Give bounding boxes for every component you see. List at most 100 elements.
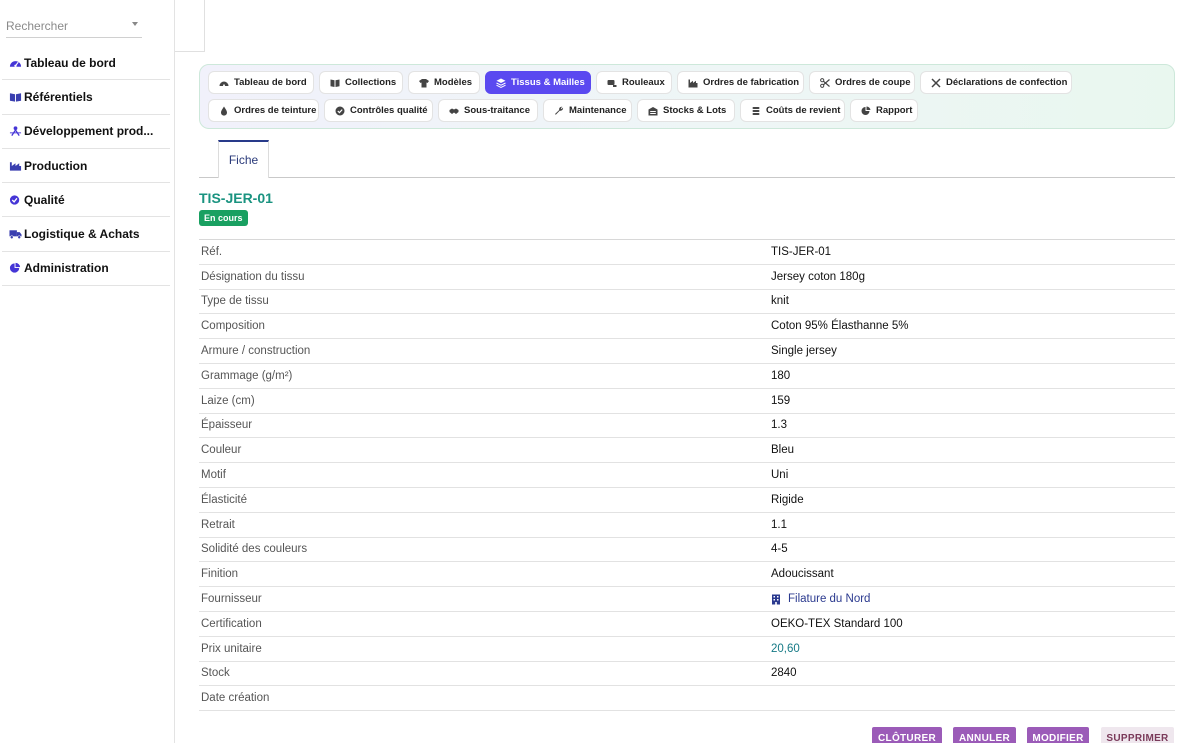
module-tab-modeles[interactable]: Modèles — [408, 71, 480, 94]
detail-row-epaisseur: Épaisseur 1.3 — [199, 414, 1175, 439]
search-select[interactable]: Rechercher — [6, 16, 142, 38]
detail-row-motif: Motif Uni — [199, 463, 1175, 488]
module-tab-ordres-de-teinture[interactable]: Ordres de teinture — [208, 99, 319, 122]
field-value: Bleu — [771, 444, 795, 457]
sidebar-item-developpement-produit[interactable]: Développement prod... — [2, 115, 170, 149]
field-label: Désignation du tissu — [201, 270, 305, 283]
module-tab-label: Rapport — [876, 105, 913, 116]
module-tab-label: Coûts de revient — [766, 105, 841, 116]
sidebar-item-label: Qualité — [24, 192, 65, 207]
detail-row-designation: Désignation du tissu Jersey coton 180g — [199, 265, 1175, 290]
module-tab-label: Déclarations de confection — [946, 77, 1068, 88]
module-tab-label: Sous-traitance — [464, 105, 530, 116]
cloturer-button[interactable]: CLÔTURER — [872, 727, 942, 743]
detail-row-composition: Composition Coton 95% Élasthanne 5% — [199, 314, 1175, 340]
modifier-button[interactable]: MODIFIER — [1027, 727, 1089, 743]
supprimer-button[interactable]: SUPPRIMER — [1101, 727, 1174, 743]
detail-row-retrait: Retrait 1.1 — [199, 513, 1175, 538]
gauge-icon — [8, 57, 22, 69]
module-tab-ordres-de-fabrication[interactable]: Ordres de fabrication — [677, 71, 804, 94]
field-value: knit — [771, 295, 789, 308]
detail-row-stock: Stock 2840 — [199, 662, 1175, 687]
module-tab-ordres-de-coupe[interactable]: Ordres de coupe — [809, 71, 915, 94]
detail-row-couleur: Couleur Bleu — [199, 438, 1175, 464]
factory-icon — [687, 77, 698, 88]
detail-row-certification: Certification OEKO-TEX Standard 100 — [199, 612, 1175, 637]
search-placeholder: Rechercher — [6, 19, 69, 33]
roll-icon — [606, 77, 617, 88]
annuler-button[interactable]: ANNULER — [953, 727, 1016, 743]
sidebar-item-label: Logistique & Achats — [24, 227, 140, 242]
building-icon — [771, 594, 781, 605]
module-tab-rouleaux[interactable]: Rouleaux — [596, 71, 672, 94]
field-value: Rigide — [771, 493, 804, 506]
field-value: 159 — [771, 394, 791, 407]
chevron-down-icon[interactable] — [132, 22, 138, 26]
field-value: 1.3 — [771, 419, 787, 432]
designer-icon — [8, 125, 22, 137]
tab-fiche[interactable]: Fiche — [218, 140, 269, 178]
field-label: Certification — [201, 617, 262, 630]
module-tab-label: Ordres de coupe — [835, 77, 911, 88]
module-tab-label: Ordres de fabrication — [703, 77, 800, 88]
sidebar-item-referentiels[interactable]: Référentiels — [2, 80, 170, 115]
field-value: 2840 — [771, 667, 797, 680]
field-label: Armure / construction — [201, 345, 311, 358]
sidebar-item-production[interactable]: Production — [2, 149, 170, 184]
record-tabs: Fiche — [199, 140, 1175, 178]
module-tab-tableau-de-bord[interactable]: Tableau de bord — [208, 71, 314, 94]
field-value: OEKO-TEX Standard 100 — [771, 617, 903, 630]
module-tab-sous-traitance[interactable]: Sous-traitance — [438, 99, 538, 122]
module-tab-label: Maintenance — [569, 105, 627, 116]
field-label: Prix unitaire — [201, 642, 262, 655]
field-value: Adoucissant — [771, 568, 834, 581]
sidebar-item-label: Production — [24, 158, 88, 173]
field-label: Élasticité — [201, 493, 248, 506]
truck-icon — [8, 228, 22, 240]
supplier-name: Filature du Nord — [788, 593, 871, 606]
detail-row-solidite: Solidité des couleurs 4-5 — [199, 538, 1175, 563]
field-label: Fournisseur — [201, 593, 262, 606]
check-circle-icon — [334, 105, 345, 116]
supplier-link[interactable]: Filature du Nord — [771, 593, 870, 605]
field-value: TIS-JER-01 — [771, 245, 832, 258]
module-tab-maintenance[interactable]: Maintenance — [543, 99, 632, 122]
module-tab-label: Tissus & Mailles — [511, 77, 585, 88]
sidebar-item-logistique-achats[interactable]: Logistique & Achats — [2, 217, 170, 252]
module-tab-collections[interactable]: Collections — [319, 71, 403, 94]
module-tab-label: Rouleaux — [622, 77, 665, 88]
detail-row-laize: Laize (cm) 159 — [199, 389, 1175, 414]
module-tab-stocks-lots[interactable]: Stocks & Lots — [637, 99, 735, 122]
factory-icon — [8, 160, 22, 172]
page-title: TIS-JER-01 — [199, 190, 273, 206]
field-label: Réf. — [201, 245, 223, 258]
field-label: Date création — [201, 692, 270, 705]
sidebar-nav: Tableau de bord Référentiels Développeme… — [0, 46, 170, 287]
coins-icon — [750, 105, 761, 116]
field-value: Uni — [771, 469, 789, 482]
sidebar-item-administration[interactable]: Administration — [2, 252, 170, 287]
module-tab-controles-qualite[interactable]: Contrôles qualité — [324, 99, 433, 122]
field-value: Coton 95% Élasthanne 5% — [771, 320, 909, 333]
field-label: Composition — [201, 320, 265, 333]
module-tab-declarations-de-confection[interactable]: Déclarations de confection — [920, 71, 1072, 94]
module-tab-label: Contrôles qualité — [350, 105, 428, 116]
module-tab-couts-de-revient[interactable]: Coûts de revient — [740, 99, 845, 122]
field-label: Type de tissu — [201, 295, 269, 308]
check-circle-icon — [8, 194, 22, 206]
sidebar-item-qualite[interactable]: Qualité — [2, 183, 170, 218]
sidebar-item-label: Référentiels — [24, 89, 93, 104]
sidebar-item-label: Tableau de bord — [24, 55, 116, 70]
module-tab-tissus-mailles[interactable]: Tissus & Mailles — [485, 71, 591, 94]
warehouse-icon — [647, 105, 658, 116]
handshake-icon — [448, 105, 459, 116]
detail-row-armure: Armure / construction Single jersey — [199, 339, 1175, 364]
detail-row-date-creation: Date création — [199, 686, 1175, 712]
module-tab-rapport[interactable]: Rapport — [850, 99, 918, 122]
book-icon — [329, 77, 340, 88]
field-label: Couleur — [201, 444, 242, 457]
book-icon — [8, 91, 22, 103]
sidebar-item-label: Administration — [24, 261, 109, 276]
module-tabs: Tableau de bord Collections Modèles Tiss… — [199, 64, 1175, 129]
sidebar-item-tableau-de-bord[interactable]: Tableau de bord — [2, 46, 170, 81]
